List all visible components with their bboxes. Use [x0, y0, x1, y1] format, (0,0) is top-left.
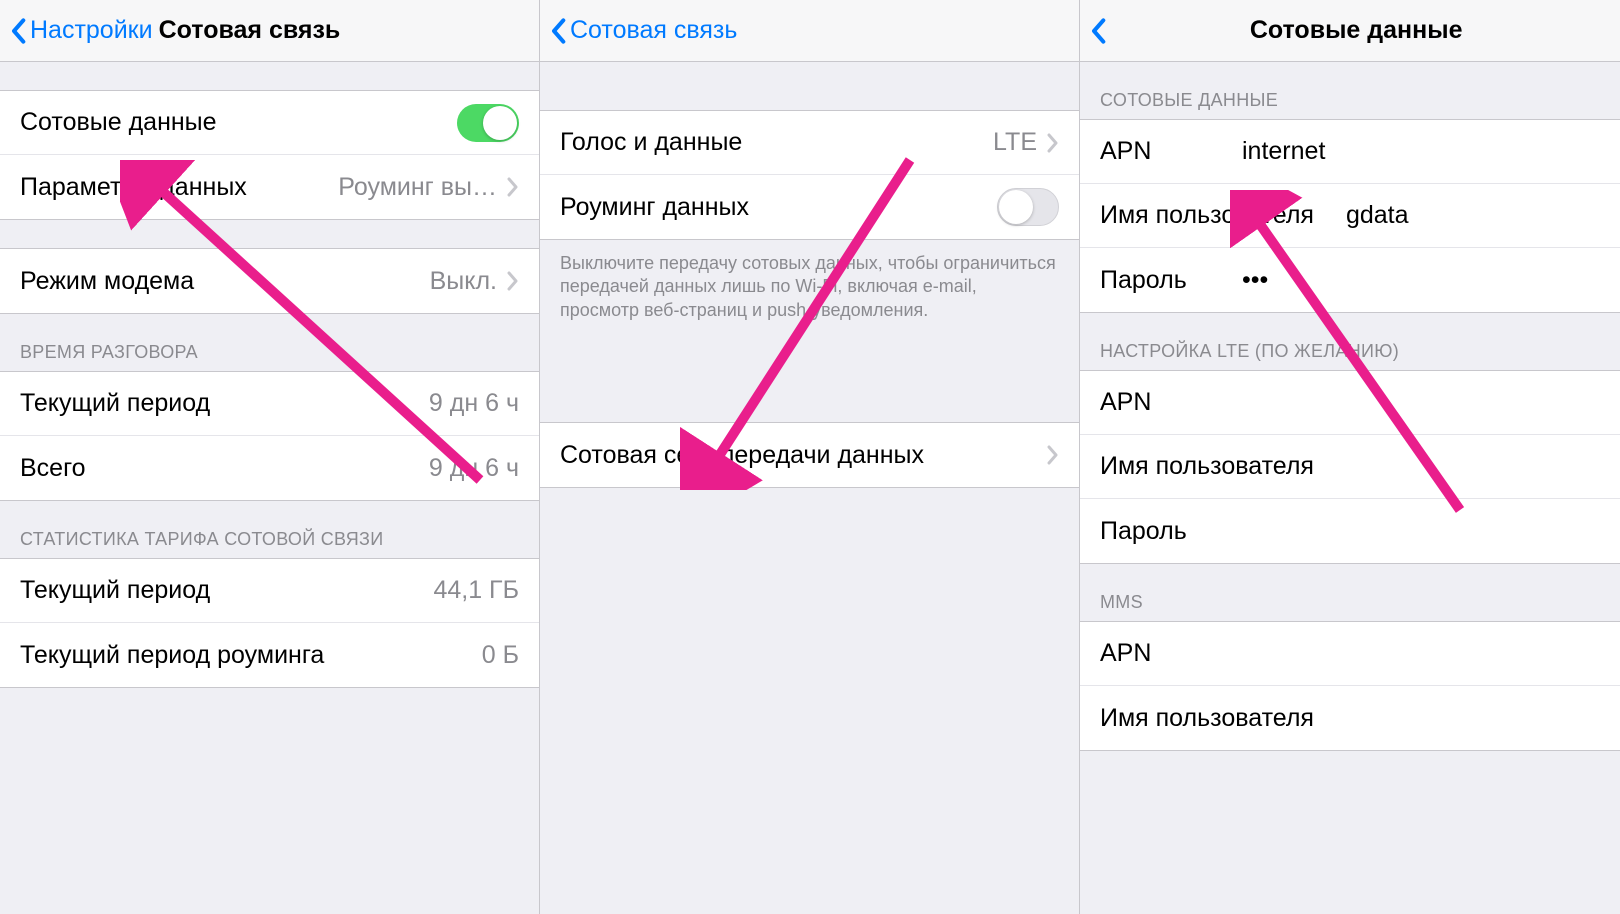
chevron-right-icon: [1047, 133, 1059, 153]
toggle-cellular-data[interactable]: [457, 104, 519, 142]
row-label: APN: [1100, 137, 1230, 166]
row-hotspot[interactable]: Режим модема Выкл.: [0, 249, 539, 313]
row-label: Пароль: [1100, 266, 1230, 295]
username-lte-input[interactable]: [1326, 452, 1620, 481]
chevron-left-icon: [10, 17, 26, 45]
row-label: APN: [1100, 388, 1220, 417]
section-header-stats: СТАТИСТИКА ТАРИФА СОТОВОЙ СВЯЗИ: [0, 501, 539, 558]
page-title: Сотовые данные: [1250, 16, 1463, 45]
row-username-lte[interactable]: Имя пользователя: [1080, 435, 1620, 499]
panel-data-options: Сотовая связь Голос и данные LTE Роуминг…: [540, 0, 1080, 914]
username-input[interactable]: [1346, 201, 1620, 230]
row-label: Параметры данных: [20, 173, 247, 202]
row-cellular-data[interactable]: Сотовые данные: [0, 91, 539, 155]
row-data-roaming[interactable]: Роуминг данных: [540, 175, 1079, 239]
footer-note: Выключите передачу сотовых данных, чтобы…: [540, 240, 1079, 322]
group-talk-time: Текущий период 9 дн 6 ч Всего 9 дн 6 ч: [0, 371, 539, 501]
row-label: Всего: [20, 454, 86, 483]
chevron-right-icon: [507, 271, 519, 291]
row-data-options[interactable]: Параметры данных Роуминг вы…: [0, 155, 539, 219]
chevron-right-icon: [507, 177, 519, 197]
password-lte-input[interactable]: [1232, 517, 1612, 546]
row-value: 0 Б: [482, 641, 519, 670]
row-stats-roaming: Текущий период роуминга 0 Б: [0, 623, 539, 687]
row-label: Режим модема: [20, 267, 194, 296]
password-value: •••: [1242, 266, 1268, 295]
page-title: Сотовая связь: [159, 16, 341, 45]
row-label: Роуминг данных: [560, 193, 749, 222]
panel-apn: Сотовые данные СОТОВЫЕ ДАННЫЕ APN Имя по…: [1080, 0, 1620, 914]
row-current-period: Текущий период 9 дн 6 ч: [0, 372, 539, 436]
section-header-cellular: СОТОВЫЕ ДАННЫЕ: [1080, 62, 1620, 119]
nav-header: Сотовые данные: [1080, 0, 1620, 62]
row-label: Сотовые данные: [20, 108, 217, 137]
row-value: 44,1 ГБ: [433, 576, 519, 605]
group-data-stats: Текущий период 44,1 ГБ Текущий период ро…: [0, 558, 539, 688]
group-apn-mms: APN Имя пользователя: [1080, 621, 1620, 751]
row-label: Текущий период: [20, 576, 210, 605]
row-label: APN: [1100, 639, 1220, 668]
row-password[interactable]: Пароль •••: [1080, 248, 1620, 312]
row-label: Текущий период роуминга: [20, 641, 324, 670]
back-button[interactable]: Настройки: [10, 16, 153, 45]
group-voice-roaming: Голос и данные LTE Роуминг данных: [540, 110, 1079, 240]
row-username[interactable]: Имя пользователя: [1080, 184, 1620, 248]
row-label: Текущий период: [20, 389, 210, 418]
row-label: Имя пользователя: [1100, 452, 1314, 481]
username-mms-input[interactable]: [1326, 704, 1620, 733]
nav-header: Настройки Сотовая связь: [0, 0, 539, 62]
group-apn-lte: APN Имя пользователя Пароль: [1080, 370, 1620, 564]
row-username-mms[interactable]: Имя пользователя: [1080, 686, 1620, 750]
nav-header: Сотовая связь: [540, 0, 1079, 62]
row-cellular-network[interactable]: Сотовая сеть передачи данных: [540, 423, 1079, 487]
row-label: Пароль: [1100, 517, 1220, 546]
section-header-talk: ВРЕМЯ РАЗГОВОРА: [0, 314, 539, 371]
back-button[interactable]: [1090, 17, 1110, 45]
group-network: Сотовая сеть передачи данных: [540, 422, 1079, 488]
chevron-left-icon: [1090, 17, 1106, 45]
row-voice-data[interactable]: Голос и данные LTE: [540, 111, 1079, 175]
apn-lte-input[interactable]: [1232, 388, 1612, 417]
row-password-lte[interactable]: Пароль: [1080, 499, 1620, 563]
row-apn[interactable]: APN: [1080, 120, 1620, 184]
back-label: Настройки: [30, 16, 153, 45]
row-value: Роуминг вы…: [338, 173, 497, 202]
section-header-mms: MMS: [1080, 564, 1620, 621]
row-label: Голос и данные: [560, 128, 742, 157]
row-label: Имя пользователя: [1100, 201, 1314, 230]
apn-input[interactable]: [1242, 137, 1612, 166]
group-apn-cellular: APN Имя пользователя Пароль •••: [1080, 119, 1620, 313]
group-hotspot: Режим модема Выкл.: [0, 248, 539, 314]
row-label: Имя пользователя: [1100, 704, 1314, 733]
row-value: Выкл.: [430, 267, 497, 296]
chevron-right-icon: [1047, 445, 1059, 465]
apn-mms-input[interactable]: [1232, 639, 1612, 668]
group-cellular: Сотовые данные Параметры данных Роуминг …: [0, 90, 539, 220]
row-value: 9 дн 6 ч: [429, 454, 519, 483]
row-value: LTE: [993, 128, 1037, 157]
back-button[interactable]: Сотовая связь: [550, 16, 737, 45]
row-label: Сотовая сеть передачи данных: [560, 441, 924, 470]
toggle-roaming[interactable]: [997, 188, 1059, 226]
row-apn-lte[interactable]: APN: [1080, 371, 1620, 435]
row-value: 9 дн 6 ч: [429, 389, 519, 418]
panel-cellular: Настройки Сотовая связь Сотовые данные П…: [0, 0, 540, 914]
row-stats-current: Текущий период 44,1 ГБ: [0, 559, 539, 623]
row-apn-mms[interactable]: APN: [1080, 622, 1620, 686]
chevron-left-icon: [550, 17, 566, 45]
back-label: Сотовая связь: [570, 16, 737, 45]
row-total: Всего 9 дн 6 ч: [0, 436, 539, 500]
section-header-lte: НАСТРОЙКА LTE (ПО ЖЕЛАНИЮ): [1080, 313, 1620, 370]
